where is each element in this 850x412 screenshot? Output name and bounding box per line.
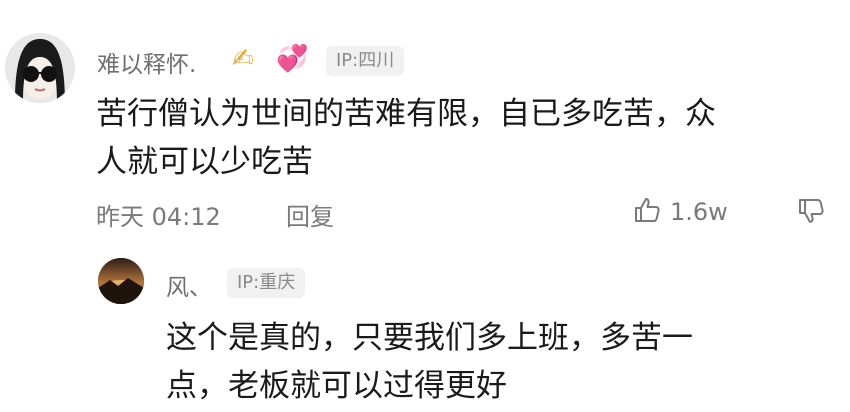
comment-text-line-1: 苦行僧认为世间的苦难有限，自已多吃苦，众 (96, 96, 716, 132)
reply-ip-location-badge: IP:重庆 (227, 268, 306, 298)
like-button[interactable]: 1.6w (632, 195, 728, 229)
reply-button[interactable]: 回复 (286, 197, 334, 232)
revolving-hearts-emoji: 💞 (276, 44, 309, 74)
ip-location-badge: IP:四川 (326, 46, 405, 76)
like-count: 1.6w (670, 198, 728, 226)
reply-text-line-2: 点，老板就可以过得更好 (166, 368, 507, 404)
commenter-avatar[interactable] (5, 33, 75, 103)
thumbs-up-icon (632, 195, 662, 229)
replier-username[interactable]: 风、 (166, 268, 212, 302)
replier-avatar[interactable] (98, 258, 144, 304)
writing-hand-emoji: ✍ (232, 44, 254, 74)
comment-timestamp: 昨天 04:12 (96, 203, 221, 231)
commenter-username[interactable]: 难以释怀. (97, 45, 196, 79)
reply-text-line-1: 这个是真的，只要我们多上班，多苦一 (166, 320, 693, 356)
dislike-button[interactable] (796, 196, 826, 230)
thumbs-down-icon (796, 199, 826, 230)
comment-text-line-2: 人就可以少吃苦 (96, 144, 313, 180)
